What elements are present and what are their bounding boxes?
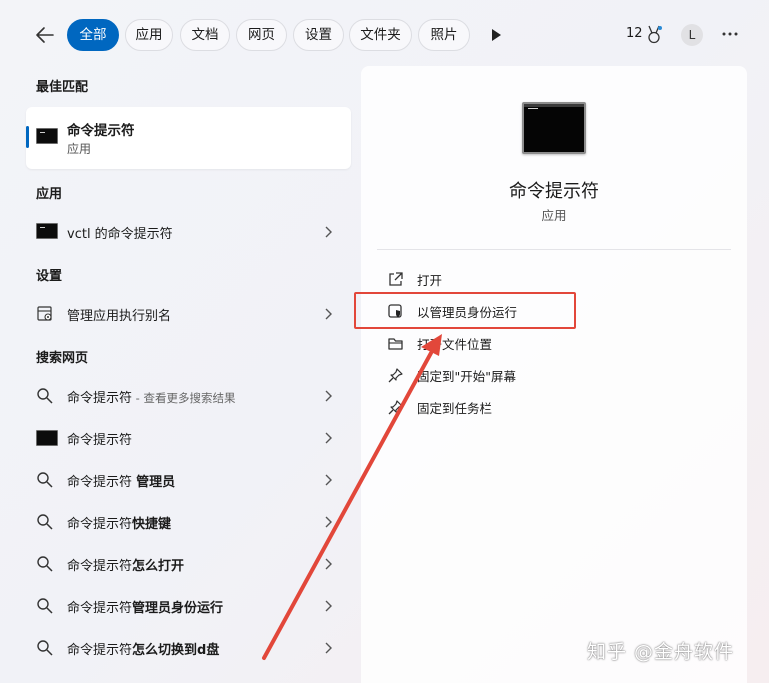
tab-folders[interactable]: 文件夹 bbox=[349, 19, 412, 51]
search-filter-bar: 全部 应用 文档 网页 设置 文件夹 照片 12 L bbox=[0, 0, 769, 68]
command-prompt-icon bbox=[36, 128, 58, 144]
action-pin-to-taskbar[interactable]: 固定到任务栏 bbox=[387, 395, 687, 419]
action-open-file-location[interactable]: 打开文件位置 bbox=[387, 331, 687, 355]
chevron-right-icon[interactable] bbox=[322, 473, 334, 487]
web-result-label: 命令提示符管理员身份运行 bbox=[67, 601, 224, 616]
pin-icon bbox=[388, 368, 403, 383]
chevron-right-icon[interactable] bbox=[322, 599, 334, 613]
list-item-label: vctl 的命令提示符 bbox=[67, 227, 173, 242]
chevron-right-icon[interactable] bbox=[322, 557, 334, 571]
chevron-right-icon[interactable] bbox=[322, 389, 334, 403]
search-icon bbox=[37, 598, 53, 614]
web-result-label: 命令提示符怎么打开 bbox=[67, 559, 185, 574]
chevron-right-icon[interactable] bbox=[322, 641, 334, 655]
web-result-row[interactable]: 命令提示符管理员身份运行 bbox=[26, 586, 351, 626]
action-label: 固定到"开始"屏幕 bbox=[417, 369, 516, 384]
best-match-item[interactable]: 命令提示符 应用 bbox=[26, 107, 351, 169]
selection-indicator bbox=[26, 126, 29, 148]
tab-photos[interactable]: 照片 bbox=[418, 19, 470, 51]
web-result-label: 命令提示符 管理员 bbox=[67, 475, 176, 490]
tab-all[interactable]: 全部 bbox=[67, 19, 119, 51]
action-pin-to-start[interactable]: 固定到"开始"屏幕 bbox=[387, 363, 687, 387]
action-label: 固定到任务栏 bbox=[417, 401, 493, 416]
chevron-right-icon[interactable] bbox=[322, 225, 334, 239]
web-result-label: 命令提示符 - 查看更多搜索结果 bbox=[67, 391, 236, 406]
best-match-heading: 最佳匹配 bbox=[36, 80, 89, 95]
action-label: 打开 bbox=[417, 273, 443, 288]
web-result-label: 命令提示符快捷键 bbox=[67, 517, 172, 532]
tab-documents[interactable]: 文档 bbox=[180, 19, 230, 51]
web-search-heading: 搜索网页 bbox=[36, 351, 89, 366]
settings-heading: 设置 bbox=[36, 269, 63, 284]
apps-heading: 应用 bbox=[36, 187, 63, 202]
rewards-count: 12 bbox=[626, 26, 643, 41]
open-external-icon bbox=[389, 272, 403, 286]
best-match-title: 命令提示符 bbox=[67, 123, 135, 139]
search-icon bbox=[37, 388, 53, 404]
command-prompt-icon bbox=[36, 430, 58, 446]
action-label: 打开文件位置 bbox=[417, 337, 493, 352]
more-options-icon[interactable] bbox=[720, 24, 740, 44]
web-result-row[interactable]: 命令提示符 - 查看更多搜索结果 bbox=[26, 376, 351, 416]
app-settings-icon bbox=[37, 306, 52, 321]
search-icon bbox=[37, 472, 53, 488]
folder-icon bbox=[388, 338, 403, 350]
watermark: 知乎 @金舟软件 bbox=[587, 641, 735, 663]
command-prompt-large-icon bbox=[522, 102, 586, 154]
list-item-vctl-command-prompt[interactable]: vctl 的命令提示符 bbox=[26, 212, 351, 252]
chevron-right-icon[interactable] bbox=[322, 431, 334, 445]
list-item-app-execution-alias[interactable]: 管理应用执行别名 bbox=[26, 294, 351, 334]
web-result-row[interactable]: 命令提示符怎么切换到d盘 bbox=[26, 628, 351, 668]
web-result-label: 命令提示符 bbox=[67, 433, 133, 448]
search-icon bbox=[37, 640, 53, 656]
best-match-subtitle: 应用 bbox=[67, 142, 92, 156]
search-icon bbox=[37, 514, 53, 530]
web-result-row[interactable]: 命令提示符 bbox=[26, 418, 351, 458]
list-item-label: 管理应用执行别名 bbox=[67, 309, 172, 324]
tab-apps[interactable]: 应用 bbox=[125, 19, 173, 51]
pin-icon bbox=[388, 400, 403, 415]
divider bbox=[377, 249, 731, 250]
tab-settings[interactable]: 设置 bbox=[293, 19, 344, 51]
user-avatar[interactable]: L bbox=[681, 24, 703, 46]
search-icon bbox=[37, 556, 53, 572]
app-detail-panel: 命令提示符 应用 打开 以管理员身份运行 打开文件位置 固定到"开始"屏幕 固定… bbox=[361, 66, 747, 683]
web-result-hint: - 查看更多搜索结果 bbox=[132, 391, 236, 405]
detail-app-title: 命令提示符 bbox=[509, 181, 599, 202]
action-open[interactable]: 打开 bbox=[387, 267, 687, 291]
back-arrow-icon[interactable] bbox=[32, 22, 58, 48]
more-filters-play-icon[interactable] bbox=[488, 26, 504, 44]
web-result-label: 命令提示符怎么切换到d盘 bbox=[67, 643, 220, 658]
annotation-highlight-box bbox=[354, 292, 576, 329]
chevron-right-icon[interactable] bbox=[322, 307, 334, 321]
web-result-row[interactable]: 命令提示符 管理员 bbox=[26, 460, 351, 500]
detail-app-type: 应用 bbox=[541, 208, 567, 223]
chevron-right-icon[interactable] bbox=[322, 515, 334, 529]
web-result-row[interactable]: 命令提示符怎么打开 bbox=[26, 544, 351, 584]
command-prompt-icon bbox=[36, 223, 58, 239]
tab-web[interactable]: 网页 bbox=[236, 19, 287, 51]
web-result-row[interactable]: 命令提示符快捷键 bbox=[26, 502, 351, 542]
rewards-medal-icon[interactable] bbox=[645, 25, 663, 45]
